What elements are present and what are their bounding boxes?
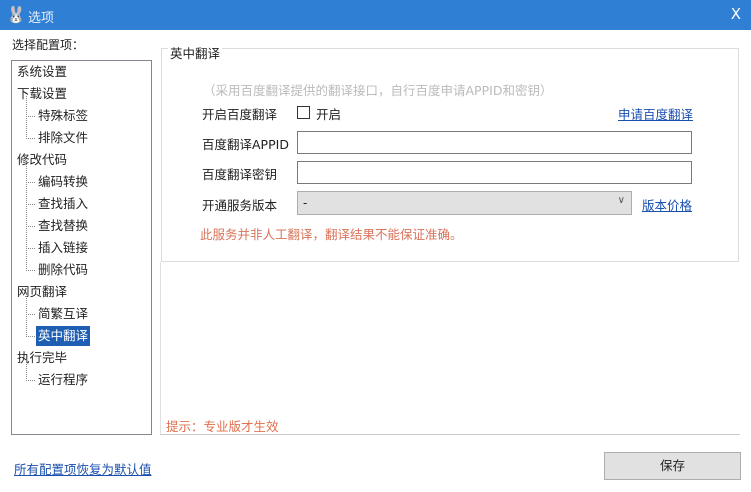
tree-item[interactable]: 运行程序	[36, 370, 88, 390]
tree-item[interactable]: 简繁互译	[36, 304, 88, 324]
tree-item[interactable]: 删除代码	[36, 260, 88, 280]
tree-connector	[26, 380, 35, 381]
tree-item[interactable]: 排除文件	[36, 128, 88, 148]
tree-item[interactable]: 特殊标签	[36, 106, 88, 126]
tree-connector	[26, 248, 35, 249]
version-select[interactable]: - ∨	[297, 191, 632, 215]
tree-connector	[26, 206, 27, 227]
warning-text: 此服务并非人工翻译，翻译结果不能保证准确。	[200, 227, 463, 242]
tree-connector	[26, 204, 35, 205]
tree-connector	[26, 182, 35, 183]
config-tree[interactable]: 系统设置 下载设置 特殊标签 排除文件 修改代码 编码转换 查找插入 查找替换 插入链接 删除代码…	[11, 60, 152, 435]
tree-item[interactable]: 下载设置	[17, 84, 67, 104]
tree-connector	[26, 316, 27, 337]
save-button[interactable]: 保存	[604, 452, 741, 480]
panel-divider	[160, 262, 161, 434]
tree-item[interactable]: 系统设置	[17, 62, 67, 82]
tree-connector	[26, 294, 27, 315]
key-input[interactable]	[297, 161, 692, 184]
tree-connector	[26, 314, 35, 315]
tree-connector	[26, 116, 35, 117]
panel-divider-bottom	[160, 434, 740, 435]
api-note: （采用百度翻译提供的翻译接口，自行百度申请APPID和密钥）	[203, 83, 553, 98]
tree-connector	[26, 270, 35, 271]
apply-baidu-link[interactable]: 申请百度翻译	[618, 104, 693, 123]
close-button[interactable]: X	[731, 5, 741, 23]
window-title: 选项	[28, 11, 55, 26]
tree-item[interactable]: 插入链接	[36, 238, 88, 258]
tree-connector	[26, 226, 35, 227]
tree-item[interactable]: 编码转换	[36, 172, 88, 192]
enable-checkbox[interactable]	[297, 106, 310, 119]
tree-connector	[26, 184, 27, 205]
app-logo-icon: 🐰	[6, 5, 26, 24]
pro-hint: 提示：专业版才生效	[166, 419, 279, 434]
tree-connector	[26, 228, 27, 249]
tree-connector	[26, 162, 27, 183]
title-bar: 🐰 选项 X	[0, 0, 751, 30]
appid-label: 百度翻译APPID	[202, 137, 289, 152]
tree-connector	[26, 118, 27, 139]
tree-item[interactable]: 查找替换	[36, 216, 88, 236]
chevron-down-icon: ∨	[617, 195, 625, 206]
reset-defaults-link[interactable]: 所有配置项恢复为默认值	[14, 459, 152, 478]
config-select-label: 选择配置项：	[12, 38, 85, 52]
tree-connector	[26, 250, 27, 271]
version-label: 开通服务版本	[202, 198, 278, 213]
tree-connector	[26, 96, 27, 117]
tree-item[interactable]: 执行完毕	[17, 348, 67, 368]
tree-connector	[26, 138, 35, 139]
enable-label: 开启百度翻译	[202, 107, 278, 122]
version-value: -	[303, 196, 308, 210]
appid-input[interactable]	[297, 131, 692, 154]
tree-item[interactable]: 查找插入	[36, 194, 88, 214]
key-label: 百度翻译密钥	[202, 167, 278, 182]
group-title: 英中翻译	[168, 43, 223, 62]
tree-item[interactable]: 网页翻译	[17, 282, 67, 302]
tree-connector	[26, 360, 27, 381]
tree-item[interactable]: 英中翻译	[36, 326, 91, 346]
price-link[interactable]: 版本价格	[642, 195, 692, 214]
enable-checkbox-label[interactable]: 开启	[316, 104, 341, 123]
tree-item[interactable]: 修改代码	[17, 150, 67, 170]
tree-connector	[26, 336, 35, 337]
